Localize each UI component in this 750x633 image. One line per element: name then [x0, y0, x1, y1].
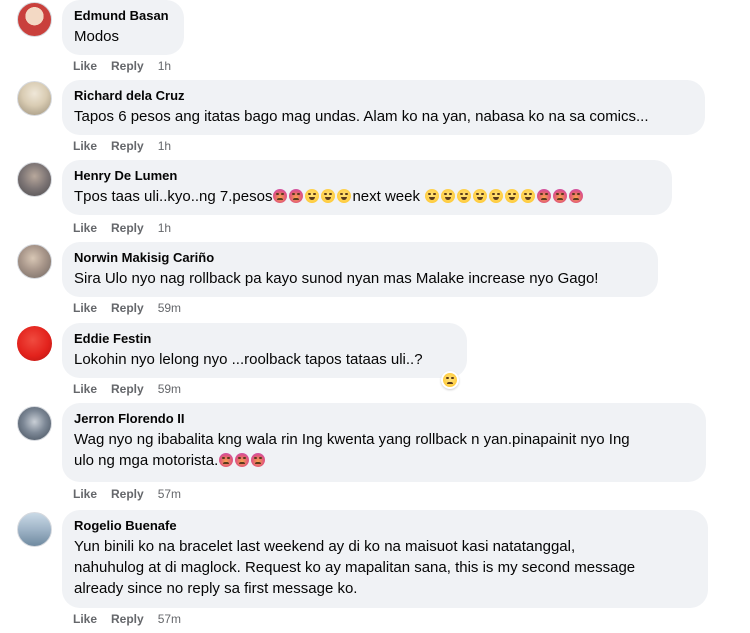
like-button[interactable]: Like [73, 487, 97, 501]
avatar[interactable] [17, 2, 52, 37]
reaction-badge[interactable] [441, 371, 459, 389]
emoji-group [424, 187, 584, 208]
comment-text-line: Wag nyo ng ibabalita kng wala rin Ing kw… [74, 431, 630, 448]
comment-bubble: Edmund Basan Modos [62, 0, 184, 55]
comment-text: Modos [74, 28, 120, 45]
comment-text: Tpos taas uli..kyo..ng 7.pesos next week [74, 186, 660, 208]
laugh-emoji-icon [489, 188, 504, 203]
laugh-emoji-icon [441, 188, 456, 203]
comment-actions: Like Reply 1h [73, 220, 171, 236]
reply-button[interactable]: Reply [111, 301, 144, 315]
like-button[interactable]: Like [73, 301, 97, 315]
comment-bubble: Richard dela Cruz Tapos 6 pesos ang itat… [62, 80, 705, 135]
reply-button[interactable]: Reply [111, 382, 144, 396]
angry-emoji-icon [235, 452, 250, 467]
comment-timestamp[interactable]: 1h [158, 221, 171, 235]
like-button[interactable]: Like [73, 59, 97, 73]
comment-author[interactable]: Rogelio Buenafe [74, 517, 696, 534]
comment-author[interactable]: Edmund Basan [74, 7, 172, 24]
comment-actions: Like Reply 57m [73, 611, 181, 627]
angry-emoji-icon [537, 188, 552, 203]
comment-timestamp[interactable]: 57m [158, 612, 181, 626]
comment-bubble: Rogelio Buenafe Yun binili ko na bracele… [62, 510, 708, 608]
laugh-emoji-icon [473, 188, 488, 203]
comment-text-line: Yun binili ko na bracelet last weekend a… [74, 538, 576, 555]
comment-timestamp[interactable]: 1h [158, 139, 171, 153]
angry-emoji-icon [273, 188, 288, 203]
comment-actions: Like Reply 57m [73, 486, 181, 502]
comment-text: Sira Ulo nyo nag rollback pa kayo sunod … [74, 270, 599, 287]
avatar[interactable] [17, 326, 52, 361]
comment-bubble: Norwin Makisig Cariño Sira Ulo nyo nag r… [62, 242, 658, 297]
avatar[interactable] [17, 81, 52, 116]
like-button[interactable]: Like [73, 382, 97, 396]
angry-emoji-icon [569, 188, 584, 203]
emoji-group [272, 187, 352, 208]
reply-button[interactable]: Reply [111, 487, 144, 501]
comment-text: Wag nyo ng ibabalita kng wala rin Ing kw… [74, 429, 694, 472]
comment-actions: Like Reply 59m [73, 300, 181, 316]
laugh-emoji-icon [425, 188, 440, 203]
comment-text: Yun binili ko na bracelet last weekend a… [74, 536, 696, 599]
avatar[interactable] [17, 406, 52, 441]
comment-timestamp[interactable]: 59m [158, 301, 181, 315]
comment-author[interactable]: Norwin Makisig Cariño [74, 249, 646, 266]
comment-bubble: Eddie Festin Lokohin nyo lelong nyo ...r… [62, 323, 467, 378]
comment-text-part: next week [352, 188, 420, 205]
angry-emoji-icon [219, 452, 234, 467]
avatar[interactable] [17, 512, 52, 547]
laugh-emoji-icon [457, 188, 472, 203]
comment-actions: Like Reply 1h [73, 58, 171, 74]
reply-button[interactable]: Reply [111, 59, 144, 73]
comment-text-line: nahuhulog at di maglock. Request ko ay m… [74, 559, 636, 576]
comment-text-line: ulo ng mga motorista. [74, 452, 219, 469]
comment-author[interactable]: Eddie Festin [74, 330, 455, 347]
reply-button[interactable]: Reply [111, 139, 144, 153]
comment-bubble: Jerron Florendo II Wag nyo ng ibabalita … [62, 403, 706, 482]
angry-emoji-icon [553, 188, 568, 203]
comment-text-line: already since no reply sa first message … [74, 580, 358, 597]
comment-author[interactable]: Henry De Lumen [74, 167, 660, 184]
comment-bubble: Henry De Lumen Tpos taas uli..kyo..ng 7.… [62, 160, 672, 215]
comment-timestamp[interactable]: 59m [158, 382, 181, 396]
avatar[interactable] [17, 162, 52, 197]
angry-emoji-icon [251, 452, 266, 467]
angry-emoji-icon [289, 188, 304, 203]
reply-button[interactable]: Reply [111, 221, 144, 235]
avatar[interactable] [17, 244, 52, 279]
comment-text: Lokohin nyo lelong nyo ...roolback tapos… [74, 351, 423, 368]
comment-actions: Like Reply 59m [73, 381, 181, 397]
comment-timestamp[interactable]: 1h [158, 59, 171, 73]
comment-text-part: Tpos taas uli..kyo..ng 7.pesos [74, 188, 273, 205]
like-button[interactable]: Like [73, 139, 97, 153]
comment-actions: Like Reply 1h [73, 138, 171, 154]
like-button[interactable]: Like [73, 221, 97, 235]
laugh-emoji-icon [521, 188, 536, 203]
laugh-emoji-icon [505, 188, 520, 203]
comment-author[interactable]: Richard dela Cruz [74, 87, 693, 104]
comment-text: Tapos 6 pesos ang itatas bago mag undas.… [74, 108, 649, 125]
sad-reaction-icon [443, 373, 457, 387]
emoji-group [218, 451, 266, 472]
reply-button[interactable]: Reply [111, 612, 144, 626]
comment-text-line-with-emoji: ulo ng mga motorista. [74, 450, 694, 472]
laugh-emoji-icon [305, 188, 320, 203]
laugh-emoji-icon [321, 188, 336, 203]
laugh-emoji-icon [337, 188, 352, 203]
comment-author[interactable]: Jerron Florendo II [74, 410, 694, 427]
comment-timestamp[interactable]: 57m [158, 487, 181, 501]
like-button[interactable]: Like [73, 612, 97, 626]
